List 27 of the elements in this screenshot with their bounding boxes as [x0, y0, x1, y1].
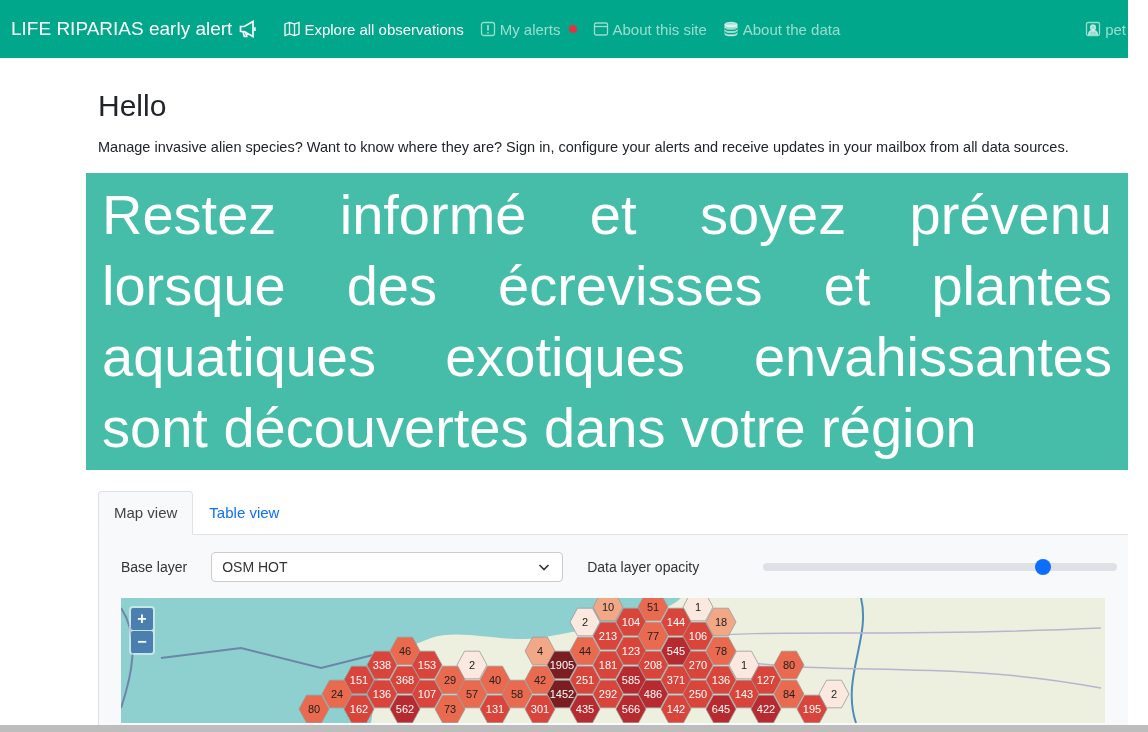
base-layer-select[interactable]: OSM HOT — [211, 551, 564, 582]
view-tab[interactable]: Map view — [98, 491, 194, 535]
page-heading: Hello — [98, 88, 168, 124]
view-tab[interactable]: Table view — [193, 491, 296, 535]
user-icon — [1085, 21, 1102, 37]
opacity-label: Data layer opacity — [587, 558, 700, 575]
banner-text: Restez informé et soyez prévenu lorsque des écrevisses et plantes aquatiques exotiques envahissantes sont découvertes dans votre région — [102, 182, 1112, 461]
slider-thumb[interactable] — [1034, 558, 1051, 575]
browser-window-icon — [592, 21, 609, 37]
megaphone-icon — [238, 19, 259, 39]
count-hexagon[interactable]: 2 — [456, 650, 488, 680]
count-hexagon[interactable]: 195 — [796, 694, 828, 723]
horizontal-scrollbar[interactable] — [0, 725, 1148, 732]
count-hexagon[interactable]: 131 — [479, 694, 511, 723]
count-hexagon[interactable]: 80 — [298, 694, 330, 723]
count-hexagon[interactable]: 10 — [592, 598, 624, 622]
base-layer-label: Base layer — [121, 558, 188, 575]
map-icon — [284, 21, 301, 37]
database-icon — [722, 21, 739, 37]
brand-title[interactable]: LIFE RIPARIAS early alert — [11, 18, 233, 40]
zoom-out-button[interactable]: − — [131, 631, 153, 653]
exclamation-icon — [479, 21, 496, 37]
count-hexagon[interactable]: 73 — [434, 694, 466, 723]
intro-text: Manage invasive alien species? Want to know where they are? Sign in, configure your alerts and receive updates in your mailbox from all data sources. — [98, 138, 1070, 157]
nav-link[interactable]: Explore all observations — [304, 20, 464, 38]
count-hexagon[interactable]: 162 — [343, 694, 375, 723]
zoom-in-button[interactable]: + — [131, 608, 153, 630]
